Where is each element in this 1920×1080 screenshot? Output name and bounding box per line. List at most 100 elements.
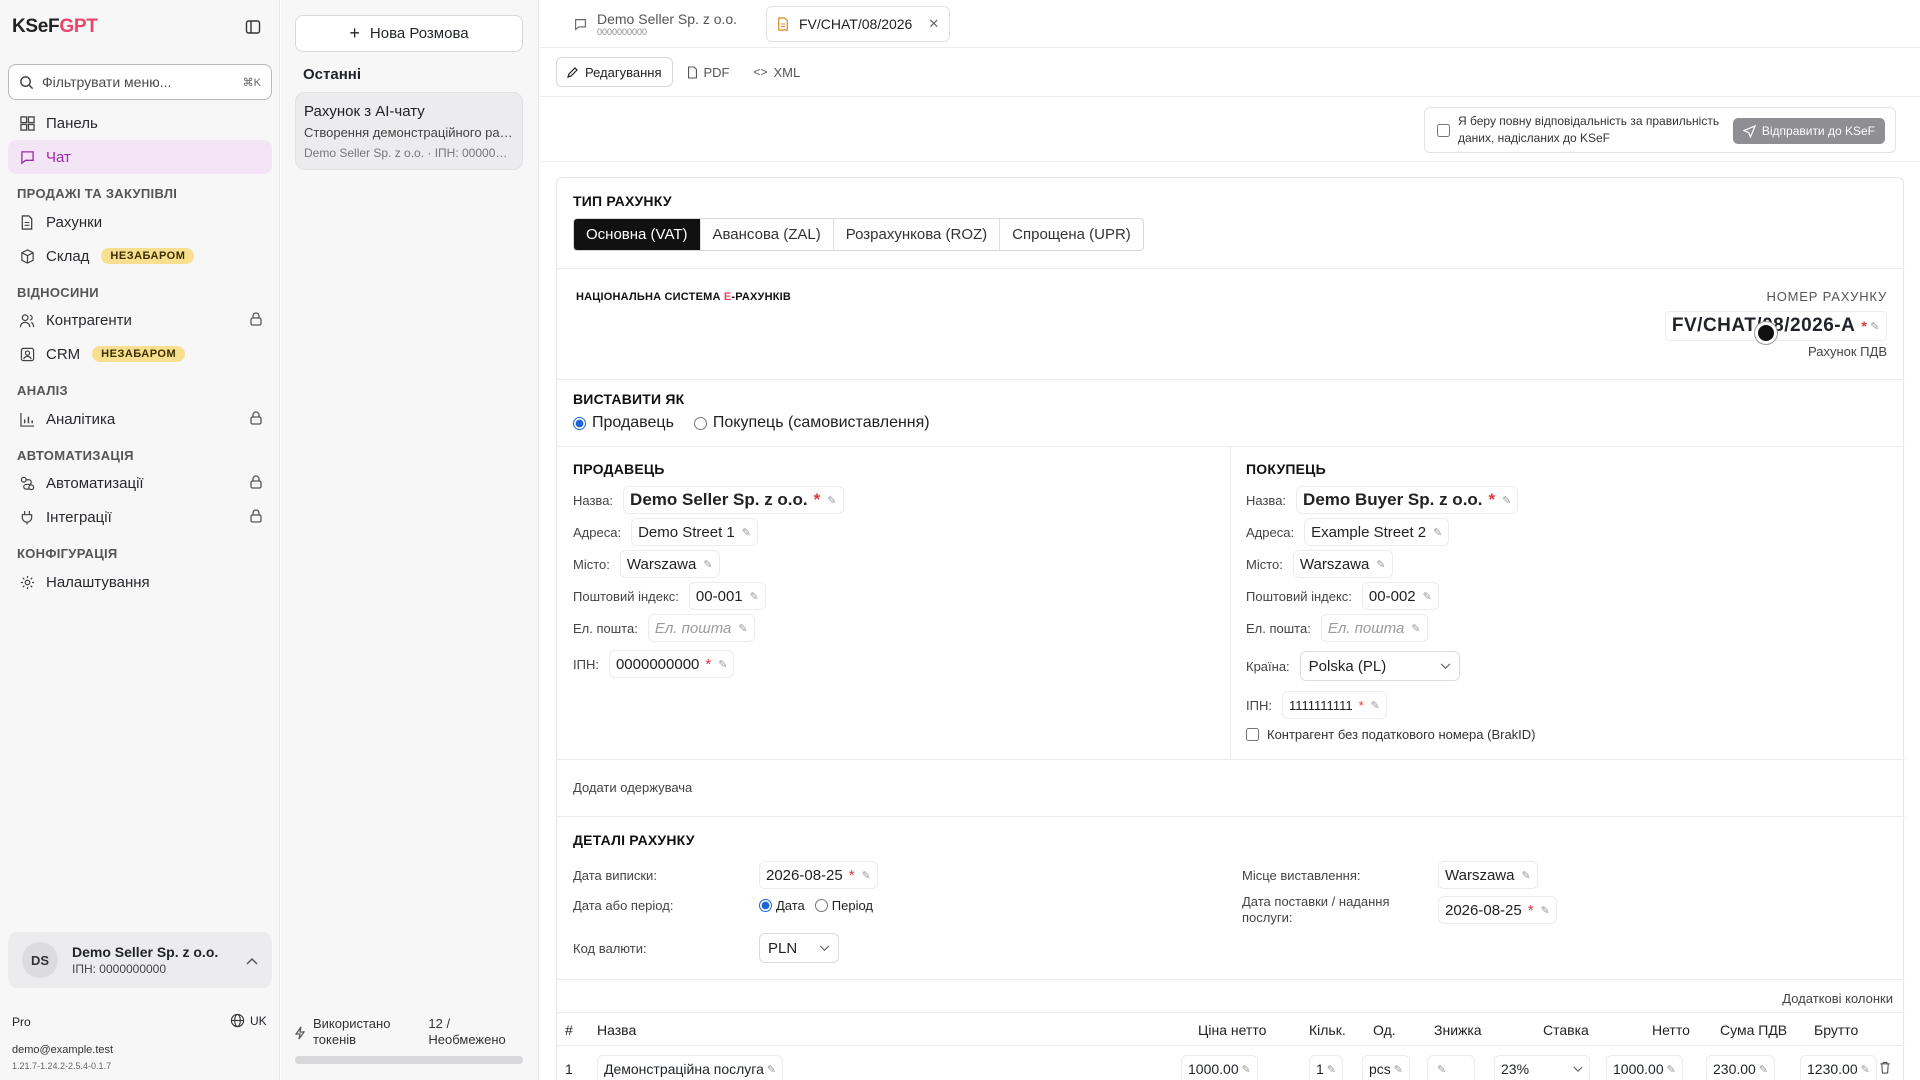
conversation-meta: Demo Seller Sp. z o.o. · ІПН: 0000000000: [304, 146, 514, 160]
issue-place-field[interactable]: Warszawa ✎: [1438, 861, 1538, 889]
pencil-icon: ✎: [738, 622, 748, 635]
conversation-item[interactable]: Рахунок з AI-чату Створення демонстрацій…: [295, 92, 523, 170]
avatar: DS: [22, 942, 58, 978]
date-option-radio[interactable]: [759, 899, 772, 912]
responsibility-box: Я беру повну відповідальність за правиль…: [1424, 107, 1896, 153]
tab-invoice[interactable]: FV/CHAT/08/2026 ✕: [766, 6, 951, 42]
issue-as-buyer-radio[interactable]: [693, 416, 707, 430]
tab-seller[interactable]: Demo Seller Sp. z o.o. 0000000000: [564, 6, 747, 42]
tab-pdf[interactable]: PDF: [677, 57, 740, 87]
send-to-ksef-button[interactable]: Відправити до KSeF: [1732, 118, 1885, 144]
search-icon: [20, 75, 34, 89]
buyer-nip-field[interactable]: 1111111111 * ✎: [1281, 691, 1387, 719]
tab-seller-sub: 0000000000: [597, 27, 648, 37]
buyer-address-field[interactable]: Example Street 2 ✎: [1304, 518, 1450, 546]
language-label: UK: [250, 1013, 267, 1028]
buyer-address-row: Адреса: Example Street 2 ✎: [1246, 518, 1450, 546]
issue-as-seller[interactable]: Продавець: [573, 414, 674, 432]
period-option[interactable]: Період: [814, 898, 873, 913]
col-net: Нетто: [1652, 1022, 1690, 1038]
row-qty-field[interactable]: 1 ✎: [1309, 1055, 1344, 1080]
buyer-email-field[interactable]: Ел. пошта ✎: [1320, 614, 1428, 642]
row-name-field[interactable]: Демонстраційна послуга ✎: [597, 1055, 784, 1080]
trash-icon[interactable]: [1879, 1061, 1891, 1077]
issue-as-buyer[interactable]: Покупець (самовиставлення): [693, 414, 930, 432]
seller-name-row: Назва: Demo Seller Sp. z o.o. * ✎: [573, 486, 844, 514]
menu-filter-input[interactable]: [42, 74, 243, 90]
row-gross-field[interactable]: 1230.00 ✎: [1800, 1055, 1877, 1080]
invoice-type-upr[interactable]: Спрощена (UPR): [1000, 219, 1143, 250]
chat-icon: [18, 148, 36, 166]
buyer-zip-field[interactable]: 00-002 ✎: [1361, 582, 1439, 610]
seller-name-field[interactable]: Demo Seller Sp. z o.o. * ✎: [623, 486, 844, 514]
buyer-name-field[interactable]: Demo Buyer Sp. z o.o. * ✎: [1296, 486, 1519, 514]
issue-date-field[interactable]: 2026-08-25 * ✎: [759, 861, 878, 889]
nav-integrations[interactable]: Інтеграції: [8, 500, 272, 534]
seller-city-field[interactable]: Warszawa ✎: [619, 550, 720, 578]
token-usage-bar: [295, 1056, 523, 1064]
new-conversation-button[interactable]: + Нова Розмова: [295, 15, 523, 52]
buyer-city-field[interactable]: Warszawa ✎: [1292, 550, 1393, 578]
submit-row: Я беру повну відповідальність за правиль…: [540, 96, 1920, 162]
seller-zip-field[interactable]: 00-001 ✎: [688, 582, 766, 610]
no-tax-id-checkbox[interactable]: [1246, 728, 1259, 741]
nav-dashboard[interactable]: Панель: [8, 106, 272, 140]
row-price-field[interactable]: 1000.00 ✎: [1181, 1055, 1258, 1080]
nav-analytics[interactable]: Аналітика: [8, 402, 272, 436]
plus-icon: +: [349, 23, 360, 43]
seller-address-row: Адреса: Demo Street 1 ✎: [573, 518, 758, 546]
currency-select[interactable]: PLN: [759, 933, 839, 963]
nav-chat[interactable]: Чат: [8, 140, 272, 174]
invoice-type-vat[interactable]: Основна (VAT): [574, 219, 701, 250]
nav-automations-label: Автоматизації: [46, 474, 144, 492]
tab-xml-label: XML: [773, 64, 801, 80]
gear-icon: [18, 573, 36, 591]
close-icon[interactable]: ✕: [928, 16, 939, 32]
seller-email-field[interactable]: Ел. пошта ✎: [647, 614, 755, 642]
invoice-type-roz[interactable]: Розрахункова (ROZ): [834, 219, 1001, 250]
buyer-country-select[interactable]: Polska (PL): [1299, 651, 1460, 681]
workflow-icon: [18, 474, 36, 492]
date-option[interactable]: Дата: [759, 898, 805, 913]
row-rate-select[interactable]: 23%: [1494, 1055, 1590, 1080]
menu-filter[interactable]: ⌘K: [8, 64, 272, 100]
row-unit-field[interactable]: pcs ✎: [1362, 1055, 1411, 1080]
language-switcher[interactable]: UK: [230, 1013, 267, 1028]
period-option-radio[interactable]: [814, 899, 828, 912]
nav-settings[interactable]: Налаштування: [8, 565, 272, 599]
sidebar-collapse-icon[interactable]: [244, 18, 262, 36]
seller-zip-row: Поштовий індекс: 00-001 ✎: [573, 582, 766, 610]
row-vat-field[interactable]: 230.00 ✎: [1706, 1055, 1776, 1080]
divider: [557, 446, 1905, 447]
nav-crm[interactable]: CRM НЕЗАБАРОМ: [8, 337, 272, 371]
nav-warehouse[interactable]: Склад НЕЗАБАРОМ: [8, 239, 272, 273]
tab-xml[interactable]: <> XML: [744, 57, 811, 87]
issue-as-seller-radio[interactable]: [573, 416, 586, 430]
chat-icon: [575, 18, 586, 31]
responsibility-checkbox[interactable]: [1437, 123, 1450, 137]
organization-switcher[interactable]: DS Demo Seller Sp. z o.o. ІПН: 000000000…: [8, 932, 272, 988]
invoice-form: ТИП РАХУНКУ Основна (VAT) Авансова (ZAL)…: [556, 177, 1905, 1080]
seller-address-field[interactable]: Demo Street 1 ✎: [631, 518, 758, 546]
tab-edit[interactable]: Редагування: [556, 57, 673, 87]
document-tabs: Demo Seller Sp. z o.o. 0000000000 FV/CHAT…: [540, 0, 1920, 48]
pencil-icon: ✎: [1666, 1063, 1676, 1076]
invoice-type-selector: Основна (VAT) Авансова (ZAL) Розрахунков…: [573, 218, 1144, 251]
invoice-type-zal[interactable]: Авансова (ZAL): [701, 219, 834, 250]
row-net-field[interactable]: 1000.00 ✎: [1606, 1055, 1683, 1080]
nav-contractors[interactable]: Контрагенти: [8, 303, 272, 337]
chevron-down-icon: [1573, 1066, 1583, 1072]
nav-automations[interactable]: Автоматизації: [8, 466, 272, 500]
extra-columns-button[interactable]: Додаткові колонки: [1782, 991, 1893, 1006]
add-recipient-button[interactable]: Додати одержувача: [573, 780, 692, 795]
nav-invoices[interactable]: Рахунки: [8, 205, 272, 239]
pencil-icon: ✎: [827, 494, 837, 507]
app-logo[interactable]: KSeFGPT: [12, 16, 98, 38]
lock-icon: [250, 509, 262, 527]
pencil-icon: ✎: [1370, 699, 1380, 712]
nav-crm-label: CRM: [46, 345, 81, 363]
seller-nip-field[interactable]: 0000000000 * ✎: [608, 650, 735, 678]
delivery-date-field[interactable]: 2026-08-25 * ✎: [1438, 896, 1557, 924]
row-discount-field[interactable]: ✎: [1427, 1055, 1475, 1080]
nav-settings-label: Налаштування: [46, 573, 150, 591]
